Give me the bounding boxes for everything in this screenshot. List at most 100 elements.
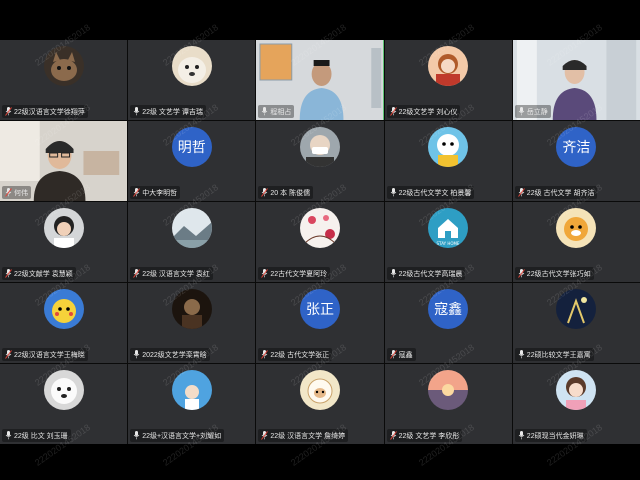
participant-name-label: 20 本 陈俊儒 (258, 186, 314, 199)
participant-name: 22级+汉语言文学+刘耀如 (142, 432, 222, 440)
participant-name: 程相占 (270, 108, 292, 116)
mic-muted-icon (389, 107, 397, 116)
participant-grid: 22级汉语言文学徐翔萍 22级 文艺学 谭吉瑞 程相占 22级文艺学 刘心仪 岳立静何伟… (0, 40, 640, 444)
participant-avatar (428, 46, 469, 86)
participant-name: 寇鑫 (398, 351, 413, 359)
mic-icon (133, 107, 140, 116)
participant-avatar (428, 370, 469, 410)
participant-name-label: 22级 比文 刘玉珊 (2, 429, 71, 442)
mic-icon (262, 107, 268, 116)
participant-tile[interactable]: 22级古代文学文 柏景馨 (384, 121, 512, 201)
participant-tile[interactable]: 22古代文学夏阿玲 (256, 202, 384, 282)
participant-avatar (43, 370, 84, 410)
participant-tile[interactable]: 22级汉语言文学王梅晓 (0, 283, 128, 363)
participant-avatar (171, 370, 212, 410)
participant-tile[interactable]: STAY HOME 22级古代文学高瑞晨 (384, 202, 512, 282)
participant-tile[interactable]: 22级文艺学 刘心仪 (384, 40, 512, 120)
participant-tile[interactable]: 22级汉语言文学徐翔萍 (0, 40, 128, 120)
mic-icon (390, 269, 396, 278)
participant-avatar (43, 208, 84, 248)
participant-name-label: 22级文献学 袁慧颖 (2, 267, 76, 280)
participant-avatar (171, 208, 212, 248)
mic-muted-icon (517, 269, 525, 278)
participant-tile[interactable]: 22硕现当代金妍琳 (512, 364, 640, 444)
participant-name-label: 22级古代文学高瑞晨 (386, 267, 466, 280)
participant-name-label: 22级 文艺学 李欣彤 (386, 429, 463, 442)
participant-name: 22级 古代文学 胡齐洁 (526, 189, 595, 197)
mic-icon (518, 350, 525, 359)
participant-tile[interactable]: 张正 22级 古代文学张正 (256, 283, 384, 363)
video-conference-window: 22级汉语言文学徐翔萍 22级 文艺学 谭吉瑞 程相占 22级文艺学 刘心仪 岳立静何伟… (0, 0, 640, 480)
mic-muted-icon (261, 269, 269, 278)
mic-icon (518, 107, 525, 116)
participant-name: 22硕比较文学王嘉寓 (526, 351, 591, 359)
participant-avatar: STAY HOME (428, 208, 469, 248)
mic-muted-icon (5, 107, 12, 116)
participant-name: 22级汉语言文学王梅晓 (14, 351, 85, 359)
participant-avatar (299, 370, 340, 410)
participant-avatar: 齐洁 (556, 127, 597, 167)
participant-tile[interactable]: 22硕比较文学王嘉寓 (512, 283, 640, 363)
mic-icon (518, 431, 525, 440)
participant-name: 22级古代文学高瑞晨 (398, 270, 463, 278)
participant-tile[interactable]: 明哲中大李明哲 (128, 121, 256, 201)
mic-muted-icon (133, 269, 141, 278)
participant-tile[interactable]: 22级古代文学张巧如 (512, 202, 640, 282)
participant-name-label: 22硕比较文学王嘉寓 (514, 348, 594, 361)
participant-name-label: 22级古代文学张巧如 (514, 267, 594, 280)
svg-text:STAY HOME: STAY HOME (437, 241, 460, 246)
participant-tile[interactable]: 22级文献学 袁慧颖 (0, 202, 128, 282)
participant-tile[interactable]: 22级 汉语言文学 袁红 (128, 202, 256, 282)
participant-avatar: 明哲 (171, 127, 212, 167)
participant-tile[interactable]: 齐洁 22级 古代文学 胡齐洁 (512, 121, 640, 201)
mic-muted-icon (389, 431, 397, 440)
mic-muted-icon (389, 350, 397, 359)
participant-name: 22级文艺学 刘心仪 (398, 108, 458, 116)
participant-name: 22级 比文 刘玉珊 (14, 432, 68, 440)
participant-avatar: 张正 (299, 289, 340, 329)
participant-tile[interactable]: 何伟 (0, 121, 128, 201)
participant-name-label: 22级 古代文学张正 (258, 348, 333, 361)
mic-muted-icon (261, 188, 269, 197)
mic-muted-icon (261, 431, 269, 440)
participant-avatar (556, 289, 597, 329)
participant-avatar (556, 208, 597, 248)
participant-name: 22级古代文学张巧如 (526, 270, 591, 278)
participant-name: 22级 文艺学 谭吉瑞 (142, 108, 203, 116)
participant-avatar (428, 127, 469, 167)
participant-tile[interactable]: 22级+汉语言文学+刘耀如 (128, 364, 256, 444)
participant-tile[interactable]: 22级 文艺学 谭吉瑞 (128, 40, 256, 120)
mic-muted-icon (5, 188, 12, 197)
participant-name-label: 2022级文艺学栾霄晗 (130, 348, 210, 361)
participant-tile[interactable]: 22级 比文 刘玉珊 (0, 364, 128, 444)
mic-icon (133, 350, 140, 359)
participant-tile[interactable]: 22级 汉语言文学 詹绮婷 (256, 364, 384, 444)
participant-name-label: 22级汉语言文学徐翔萍 (2, 105, 88, 118)
participant-avatar (43, 289, 84, 329)
participant-name-label: 何伟 (2, 186, 31, 199)
participant-tile[interactable]: 20 本 陈俊儒 (256, 121, 384, 201)
participant-name: 22级 汉语言文学 詹绮婷 (270, 432, 346, 440)
participant-tile[interactable]: 寇鑫 寇鑫 (384, 283, 512, 363)
participant-name-label: 22古代文学夏阿玲 (258, 267, 331, 280)
participant-name-label: 22级 古代文学 胡齐洁 (514, 186, 598, 199)
participant-tile[interactable]: 22级 文艺学 李欣彤 (384, 364, 512, 444)
participant-tile[interactable]: 程相占 (256, 40, 384, 120)
participant-name-label: 中大李明哲 (130, 186, 181, 199)
mic-icon (133, 431, 140, 440)
participant-name-label: 22硕现当代金妍琳 (514, 429, 587, 442)
participant-tile[interactable]: 2022级文艺学栾霄晗 (128, 283, 256, 363)
participant-avatar: 寇鑫 (428, 289, 469, 329)
participant-avatar (299, 208, 340, 248)
participant-avatar (171, 46, 212, 86)
participant-name-label: 寇鑫 (386, 348, 416, 361)
participant-name: 22级文献学 袁慧颖 (14, 270, 73, 278)
participant-name-label: 22级古代文学文 柏景馨 (386, 186, 475, 199)
participant-name-label: 22级 文艺学 谭吉瑞 (130, 105, 206, 118)
mic-muted-icon (261, 350, 269, 359)
participant-name: 2022级文艺学栾霄晗 (142, 351, 207, 359)
mic-muted-icon (5, 350, 12, 359)
participant-tile[interactable]: 岳立静 (512, 40, 640, 120)
participant-name: 20 本 陈俊儒 (270, 189, 311, 197)
mic-icon (390, 188, 396, 197)
